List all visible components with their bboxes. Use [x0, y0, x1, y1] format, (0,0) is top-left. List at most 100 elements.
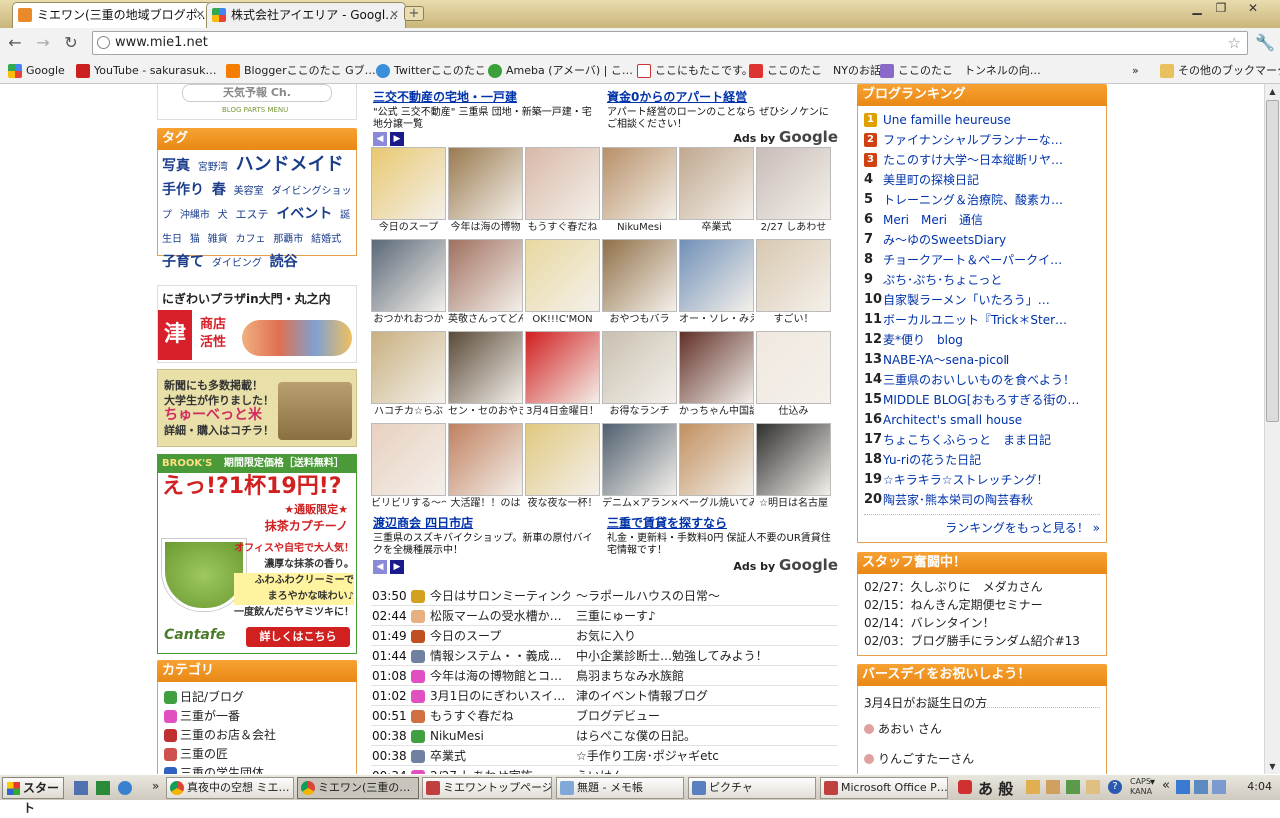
photo-image[interactable] [525, 239, 600, 312]
ranking-item[interactable]: 10 自家製ラーメン「いたろう」… [864, 290, 1100, 310]
tag-link[interactable]: 読谷 [270, 254, 298, 270]
ads-by-google[interactable]: Ads by Google [733, 128, 838, 146]
tag-link[interactable]: ダイビング [212, 258, 262, 269]
help-icon[interactable]: ? [1108, 780, 1122, 794]
display-icon[interactable] [1194, 780, 1208, 794]
tab-close-icon[interactable]: ✕ [390, 3, 399, 27]
ad-unit[interactable]: 渡辺商会 四日市店 三重県のスズキバイクショップ。新車の原付バイクを全機種展示中… [373, 514, 599, 557]
photo-thumbnail[interactable]: セン・セのおやき [448, 331, 523, 421]
photo-thumbnail[interactable]: 夜な夜な一杯！ [525, 423, 600, 513]
blog-name-link[interactable]: えいけん [576, 766, 838, 774]
excel-icon[interactable] [96, 781, 110, 795]
ranking-blog-link[interactable]: 麦*便り blog [883, 333, 963, 347]
task-notepad[interactable]: 無題 - メモ帳 [556, 777, 684, 799]
weather-widget[interactable]: 天気予報 Ch. BLOG PARTS MENU [157, 84, 357, 120]
ranking-item[interactable]: 4 美里町の探検日記 [864, 170, 1100, 190]
tag-link[interactable]: 那覇市 [273, 234, 303, 245]
scroll-up-icon[interactable]: ▲ [1265, 84, 1280, 99]
bookmark-ny[interactable]: ここのたこ NYのお話 [749, 63, 881, 79]
ranking-item[interactable]: 13 NABE-YA～sena-picoⅡ [864, 350, 1100, 370]
new-tab-button[interactable]: + [404, 6, 424, 21]
photo-caption[interactable]: 英敬さんってどん [448, 312, 523, 327]
ranking-item[interactable]: 11 ボーカルユニット『Trick＊Ster… [864, 310, 1100, 330]
blog-name-link[interactable]: 〜ラポールハウスの日常〜 [576, 586, 838, 606]
photo-thumbnail[interactable]: 3月4日金曜日！ [525, 331, 600, 421]
photo-caption[interactable]: 卒業式 [679, 220, 754, 235]
tag-link[interactable]: エステ [235, 208, 268, 221]
ime-indicator[interactable]: あ 般 [978, 778, 1013, 799]
ranking-item[interactable]: 17 ちょこちくふらっと まま日記 [864, 430, 1100, 450]
ad-title[interactable]: 三重で賃貸を探すなら [607, 516, 727, 530]
blog-name-link[interactable]: ブログデビュー [576, 706, 838, 726]
photo-image[interactable] [756, 239, 831, 312]
photo-caption[interactable]: 仕込み [756, 404, 831, 419]
photo-thumbnail[interactable]: 仕込み [756, 331, 831, 421]
details-button[interactable]: 詳しくはこちら [246, 627, 350, 647]
ranking-blog-link[interactable]: み～ゆのSweetsDiary [883, 233, 1006, 247]
photo-thumbnail[interactable]: すごい！ [756, 239, 831, 329]
minimize-icon[interactable]: ▁ [1184, 0, 1210, 18]
photo-thumbnail[interactable]: ビリビリする〜〜 [371, 423, 446, 513]
scrollbar-thumb[interactable] [1266, 100, 1279, 422]
photo-caption[interactable]: セン・セのおやき [448, 404, 523, 419]
ranking-item[interactable]: 18 Yu-riの花うた日記 [864, 450, 1100, 470]
photo-thumbnail[interactable]: お得なランチ [602, 331, 677, 421]
staff-entry[interactable]: 02/27：久しぶりに メダカさん [864, 578, 1100, 596]
ranking-blog-link[interactable]: ☆キラキラ☆ストレッチング！ [883, 473, 1049, 487]
photo-image[interactable] [602, 423, 677, 496]
ranking-blog-link[interactable]: ボーカルユニット『Trick＊Ster… [883, 313, 1067, 327]
category-item[interactable]: 三重のお店＆会社 [164, 726, 350, 745]
ranking-more-link[interactable]: ランキングをもっと見る！ » [864, 514, 1100, 536]
rice-banner[interactable]: 新聞にも多数掲載！ 大学生が作りました！ ちゅーべっと米 詳細・購入はコチラ！ [157, 369, 357, 447]
bookmark-twitter[interactable]: Twitterここのたこ [376, 63, 486, 79]
tray-expand-icon[interactable]: « [1162, 778, 1170, 793]
task-chrome-1[interactable]: 真夜中の空想 ミエ… [166, 777, 294, 799]
birthday-user[interactable]: あおい さん [864, 720, 1100, 738]
bookmark-star-icon[interactable]: ☆ [1228, 32, 1241, 54]
tab-ieria[interactable]: 株式会社アイエリア - Googl… ✕ [206, 2, 406, 28]
photo-image[interactable] [756, 331, 831, 404]
prev-arrow-icon[interactable]: ◀ [373, 560, 387, 574]
photo-caption[interactable]: オー・ソレ・みえ [679, 312, 754, 327]
photo-image[interactable] [602, 147, 677, 220]
photo-image[interactable] [679, 331, 754, 404]
ranking-item[interactable]: 8 チョークアート＆ペーパークイ… [864, 250, 1100, 270]
photo-caption[interactable]: もうすぐ春だね [525, 220, 600, 235]
photo-image[interactable] [679, 239, 754, 312]
photo-caption[interactable]: かっちゃん中国語 [679, 404, 754, 419]
photo-caption[interactable]: 2/27 しあわせ [756, 220, 831, 235]
photo-thumbnail[interactable]: おやつもバラ [602, 239, 677, 329]
entry-title-link[interactable]: 2/27 しあわせ家族… [430, 766, 570, 774]
photo-thumbnail[interactable]: ハコチカ☆らぶ [371, 331, 446, 421]
photo-caption[interactable]: OK!!!C'MON [525, 312, 600, 327]
photo-thumbnail[interactable]: オー・ソレ・みえ [679, 239, 754, 329]
blog-name-link[interactable]: 中小企業診断士…勉強してみよう！ [576, 646, 838, 666]
ime-tool-icon[interactable] [1026, 780, 1040, 794]
entry-title-link[interactable]: 今日はサロンミーティング [430, 586, 570, 606]
photo-image[interactable] [371, 423, 446, 496]
address-bar[interactable]: www.mie1.net ☆ [92, 31, 1248, 55]
photo-image[interactable] [371, 239, 446, 312]
photo-caption[interactable]: 3月4日金曜日！ [525, 404, 600, 419]
tab-close-icon[interactable]: ✕ [196, 3, 205, 27]
blog-name-link[interactable]: 鳥羽まちなみ水族館 [576, 666, 838, 686]
photo-thumbnail[interactable]: OK!!!C'MON [525, 239, 600, 329]
start-button[interactable]: スタート [2, 777, 64, 815]
task-pictures[interactable]: ピクチャ [688, 777, 816, 799]
tag-link[interactable]: 猫 [190, 234, 200, 245]
photo-caption[interactable]: NikuMesi [602, 220, 677, 235]
bookmark-tunnel[interactable]: ここのたこ トンネルの向… [880, 63, 1041, 79]
category-item[interactable]: 日記/ブログ [164, 688, 350, 707]
tag-link[interactable]: 美容室 [234, 186, 264, 197]
ranking-item[interactable]: 6 Meri Meri 通信 [864, 210, 1100, 230]
back-arrow-icon[interactable]: ← [4, 32, 26, 54]
photo-caption[interactable]: お得なランチ [602, 404, 677, 419]
ranking-blog-link[interactable]: チョークアート＆ペーパークイ… [883, 253, 1062, 267]
ad-unit[interactable]: 三重で賃貸を探すなら 礼金・更新料・手数料0円 保証人不要のUR賃貸住宅情報です… [607, 514, 837, 557]
ranking-item[interactable]: 9 ぷち･ぷち･ちょこっと [864, 270, 1100, 290]
photo-thumbnail[interactable]: デニム×アラン× [602, 423, 677, 513]
photo-thumbnail[interactable]: おつかれおつか [371, 239, 446, 329]
category-item[interactable]: 三重の匠 [164, 745, 350, 764]
photo-image[interactable] [679, 423, 754, 496]
ad-unit[interactable]: 資金0からのアパート経営 アパート経営のローンのことなら ぜひシノケンにご相談く… [607, 88, 837, 131]
